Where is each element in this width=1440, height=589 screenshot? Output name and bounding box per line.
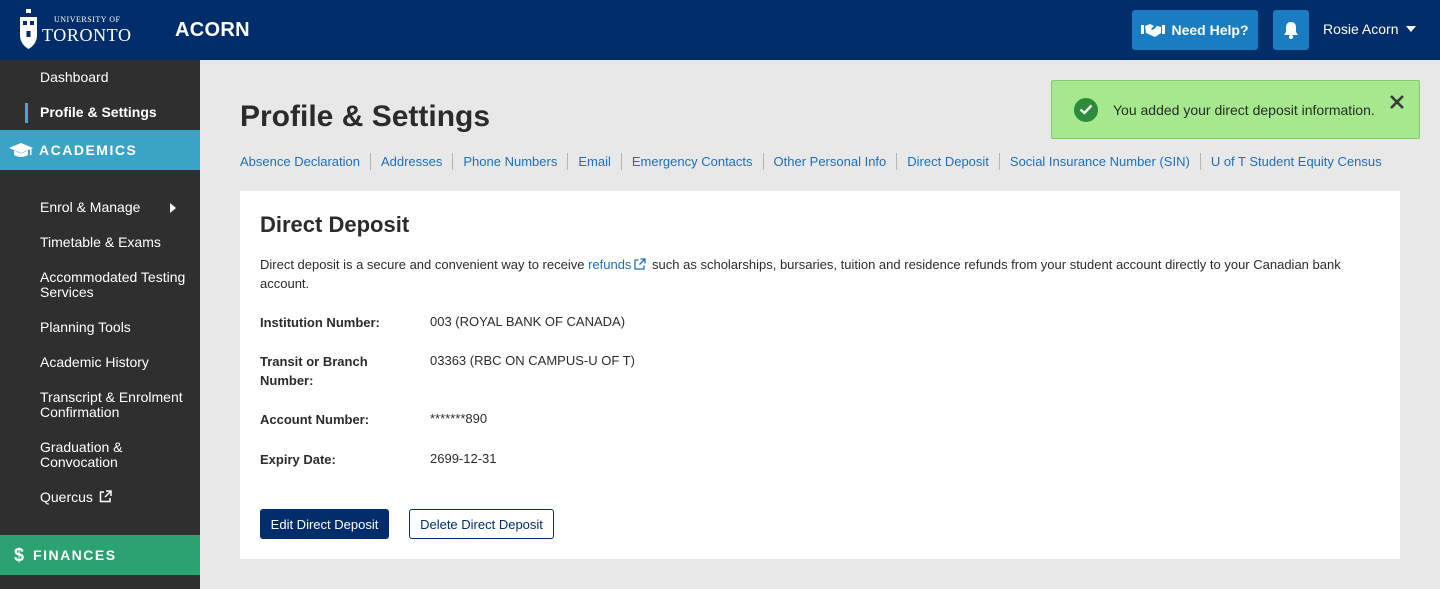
sidebar-section-academics[interactable]: ACADEMICS bbox=[0, 130, 200, 170]
crest-icon bbox=[20, 9, 37, 49]
tab-sin[interactable]: Social Insurance Number (SIN) bbox=[998, 153, 1200, 170]
chevron-down-icon bbox=[1406, 26, 1417, 32]
graduation-cap-icon bbox=[9, 143, 33, 157]
tab-phone-numbers[interactable]: Phone Numbers bbox=[452, 153, 567, 170]
sidebar-item-profile-settings[interactable]: Profile & Settings bbox=[40, 105, 157, 120]
academics-label: ACADEMICS bbox=[39, 142, 138, 158]
page-title: Profile & Settings bbox=[240, 100, 491, 133]
quercus-label: Quercus bbox=[40, 489, 93, 505]
sidebar-item-accommodated-testing[interactable]: Accommodated Testing Services bbox=[40, 270, 190, 300]
institution-number-value: 003 (ROYAL BANK OF CANADA) bbox=[430, 314, 626, 329]
sidebar-item-dashboard[interactable]: Dashboard bbox=[40, 70, 109, 85]
user-name: Rosie Acorn bbox=[1323, 21, 1399, 37]
sidebar-item-planning-tools[interactable]: Planning Tools bbox=[40, 320, 131, 335]
sidebar: Dashboard Profile & Settings ACADEMICS E… bbox=[0, 60, 200, 589]
direct-deposit-card: Direct Deposit Direct deposit is a secur… bbox=[240, 191, 1400, 559]
logo-big-text: TORONTO bbox=[42, 24, 132, 45]
tab-addresses[interactable]: Addresses bbox=[369, 153, 452, 170]
tab-equity-census[interactable]: U of T Student Equity Census bbox=[1199, 153, 1392, 170]
bell-icon bbox=[1284, 22, 1298, 39]
sidebar-section-finances[interactable]: $ FINANCES bbox=[0, 535, 200, 575]
account-number-label: Account Number: bbox=[260, 412, 370, 427]
refunds-link[interactable]: refunds bbox=[588, 257, 631, 272]
tab-absence-declaration[interactable]: Absence Declaration bbox=[240, 153, 370, 170]
success-toast: You added your direct deposit informatio… bbox=[1051, 80, 1420, 139]
close-icon[interactable] bbox=[1389, 94, 1405, 110]
expiry-date-label: Expiry Date: bbox=[260, 452, 336, 467]
need-help-button[interactable]: Need Help? bbox=[1132, 10, 1258, 50]
top-navbar: UNIVERSITY OF TORONTO ACORN Need Help? R… bbox=[0, 0, 1440, 60]
external-link-icon bbox=[99, 490, 112, 503]
active-indicator bbox=[25, 103, 28, 123]
caret-right-icon bbox=[170, 203, 176, 213]
tab-email[interactable]: Email bbox=[567, 153, 621, 170]
sidebar-item-graduation-convocation[interactable]: Graduation & Convocation bbox=[40, 440, 140, 470]
university-logo[interactable]: UNIVERSITY OF TORONTO bbox=[18, 9, 132, 50]
account-number-value: *******890 bbox=[430, 411, 488, 426]
intro-before: Direct deposit is a secure and convenien… bbox=[260, 257, 589, 272]
transit-number-label: Transit or Branch Number: bbox=[260, 354, 368, 388]
transit-number-value: 03363 (RBC ON CAMPUS-U OF T) bbox=[430, 353, 635, 368]
toast-message: You added your direct deposit informatio… bbox=[1113, 101, 1375, 118]
need-help-label: Need Help? bbox=[1171, 22, 1249, 38]
card-title: Direct Deposit bbox=[260, 212, 410, 237]
institution-number-label: Institution Number: bbox=[260, 315, 380, 330]
intro-text: Direct deposit is a secure and convenien… bbox=[260, 255, 1370, 293]
notifications-button[interactable] bbox=[1273, 10, 1309, 50]
finances-label: FINANCES bbox=[33, 547, 117, 563]
sidebar-item-timetable-exams[interactable]: Timetable & Exams bbox=[40, 235, 161, 250]
dollar-icon: $ bbox=[14, 544, 25, 565]
expiry-date-value: 2699-12-31 bbox=[430, 451, 497, 466]
check-circle-icon bbox=[1074, 97, 1098, 122]
sidebar-item-academic-history[interactable]: Academic History bbox=[40, 355, 149, 370]
handshake-icon bbox=[1141, 24, 1166, 37]
profile-subnav: Absence Declaration Addresses Phone Numb… bbox=[240, 153, 1392, 170]
edit-direct-deposit-button[interactable]: Edit Direct Deposit bbox=[260, 509, 389, 539]
tab-emergency-contacts[interactable]: Emergency Contacts bbox=[620, 153, 763, 170]
app-title[interactable]: ACORN bbox=[175, 19, 250, 42]
sidebar-item-enrol-manage[interactable]: Enrol & Manage bbox=[40, 200, 140, 215]
external-link-icon bbox=[634, 258, 647, 270]
user-menu[interactable]: Rosie Acorn bbox=[1323, 21, 1417, 37]
logo-small-text: UNIVERSITY OF bbox=[54, 14, 121, 24]
tab-direct-deposit[interactable]: Direct Deposit bbox=[896, 153, 999, 170]
sidebar-item-quercus[interactable]: Quercus bbox=[40, 490, 112, 505]
tab-other-personal-info[interactable]: Other Personal Info bbox=[762, 153, 897, 170]
delete-direct-deposit-button[interactable]: Delete Direct Deposit bbox=[409, 509, 554, 539]
sidebar-item-transcript-enrolment[interactable]: Transcript & Enrolment Confirmation bbox=[40, 390, 190, 420]
